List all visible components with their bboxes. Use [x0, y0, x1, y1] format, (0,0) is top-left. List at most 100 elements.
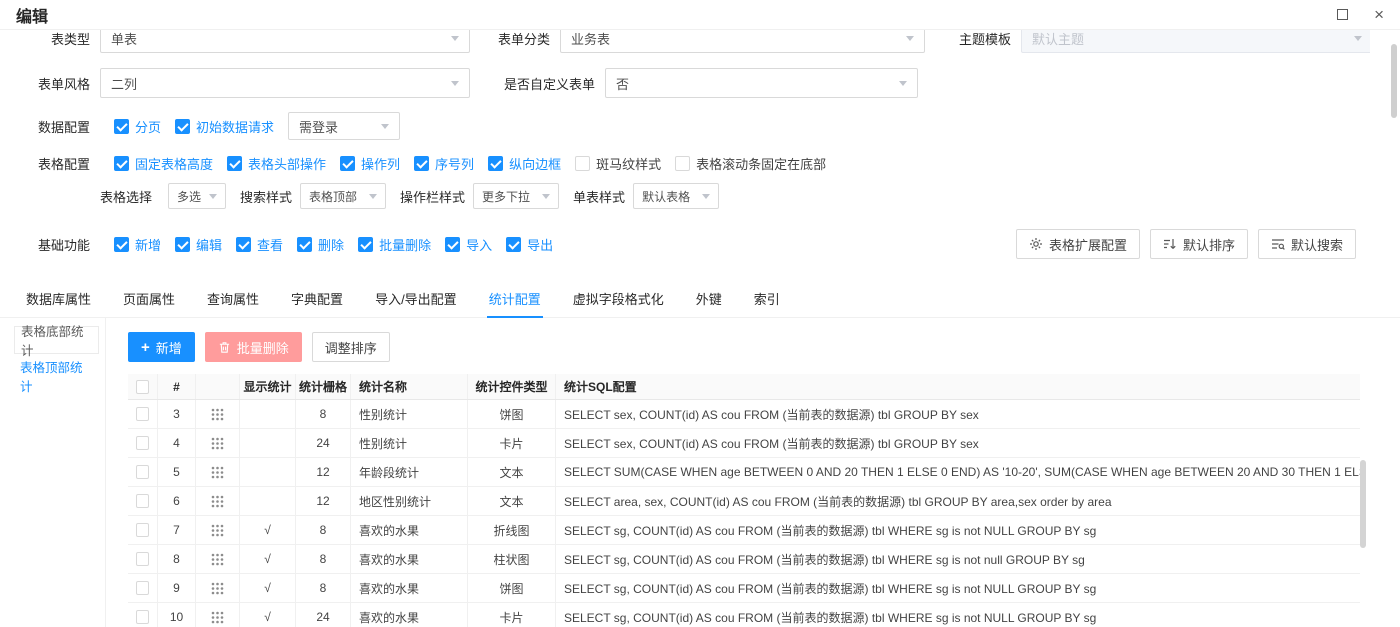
drag-handle-icon[interactable]	[211, 611, 224, 624]
add-button[interactable]: + 新增	[128, 332, 195, 362]
header-drag	[196, 374, 240, 399]
tab-stat-config[interactable]: 统计配置	[487, 279, 543, 317]
row-stat-name: 喜欢的水果	[351, 574, 468, 602]
row-checkbox[interactable]	[136, 581, 149, 595]
row-stat-grid: 8	[296, 400, 351, 428]
checkbox-icon	[488, 156, 503, 171]
row-checkbox[interactable]	[136, 552, 149, 566]
row-stat-widget-type: 文本	[468, 487, 556, 515]
row-show-stat	[240, 458, 296, 486]
checkbox-delete[interactable]: 删除	[297, 235, 344, 254]
table-select-mode-select[interactable]: 多选	[168, 183, 226, 209]
checkbox-zebra-style[interactable]: 斑马纹样式	[575, 154, 661, 173]
stat-toolbar: + 新增 批量删除 调整排序	[128, 332, 1400, 362]
row-drag-cell	[196, 545, 240, 573]
form-category-value: 业务表	[571, 30, 610, 48]
row-checkbox[interactable]	[136, 610, 149, 624]
checkbox-action-column[interactable]: 操作列	[340, 154, 400, 173]
row-checkbox[interactable]	[136, 465, 149, 479]
tab-database-properties[interactable]: 数据库属性	[24, 279, 93, 317]
row-stat-widget-type: 饼图	[468, 574, 556, 602]
single-table-style-select[interactable]: 默认表格	[633, 183, 719, 209]
header-stat-grid: 统计栅格	[296, 374, 351, 399]
form-style-select[interactable]: 二列	[100, 68, 470, 98]
chevron-down-icon	[702, 194, 710, 199]
row-index: 5	[158, 458, 196, 486]
search-style-select[interactable]: 表格顶部	[300, 183, 386, 209]
row-stat-widget-type: 卡片	[468, 429, 556, 457]
fullscreen-icon[interactable]	[1337, 9, 1348, 20]
row-stat-sql: SELECT area, sex, COUNT(id) AS cou FROM …	[556, 487, 1360, 515]
table-type-value: 单表	[111, 30, 137, 48]
select-all-checkbox[interactable]	[136, 380, 149, 394]
checkbox-paging[interactable]: 分页	[114, 117, 161, 136]
form-category-label: 表单分类	[470, 30, 560, 48]
checkbox-initial-data-request[interactable]: 初始数据请求	[175, 117, 274, 136]
row-stat-sql: SELECT sex, COUNT(id) AS cou FROM (当前表的数…	[556, 429, 1360, 457]
row-show-stat	[240, 400, 296, 428]
tab-import-export-config[interactable]: 导入/导出配置	[373, 279, 459, 317]
checkbox-vertical-border[interactable]: 纵向边框	[488, 154, 561, 173]
row-checkbox[interactable]	[136, 494, 149, 508]
checkbox-add[interactable]: 新增	[114, 235, 161, 254]
checkbox-icon	[575, 156, 590, 171]
checkbox-edit[interactable]: 编辑	[175, 235, 222, 254]
form-category-select[interactable]: 业务表	[560, 30, 925, 53]
gear-icon	[1029, 237, 1043, 251]
table-type-label: 表类型	[36, 30, 100, 48]
page-scrollbar[interactable]	[1391, 44, 1397, 118]
tab-virtual-field-format[interactable]: 虚拟字段格式化	[571, 279, 666, 317]
drag-handle-icon[interactable]	[211, 495, 224, 508]
checkbox-scrollbar-fixed-bottom[interactable]: 表格滚动条固定在底部	[675, 154, 826, 173]
checkbox-icon	[236, 237, 251, 252]
checkbox-fixed-table-height[interactable]: 固定表格高度	[114, 154, 213, 173]
checkbox-view[interactable]: 查看	[236, 235, 283, 254]
stat-side-tabs: 表格底部统计 表格顶部统计	[14, 318, 106, 627]
side-tab-table-top-stat[interactable]: 表格顶部统计	[14, 362, 99, 390]
tab-foreign-key[interactable]: 外键	[694, 279, 724, 317]
checkbox-index-column[interactable]: 序号列	[414, 154, 474, 173]
side-tab-table-bottom-stat[interactable]: 表格底部统计	[14, 326, 99, 354]
single-table-style-value: 默认表格	[642, 188, 690, 205]
row-checkbox[interactable]	[136, 436, 149, 450]
chevron-down-icon	[899, 81, 907, 86]
row-checkbox[interactable]	[136, 407, 149, 421]
checkbox-batch-delete[interactable]: 批量删除	[358, 235, 431, 254]
row-checkbox[interactable]	[136, 523, 149, 537]
stat-config-panel: 表格底部统计 表格顶部统计 + 新增 批量删除 调整排序 #	[14, 318, 1400, 627]
drag-handle-icon[interactable]	[211, 553, 224, 566]
login-required-value: 需登录	[299, 117, 338, 136]
checkbox-export[interactable]: 导出	[506, 235, 553, 254]
form-row-2: 表单风格 二列 是否自定义表单 否	[36, 68, 1370, 98]
tab-bar: 数据库属性 页面属性 查询属性 字典配置 导入/导出配置 统计配置 虚拟字段格式…	[0, 279, 1400, 318]
tab-page-properties[interactable]: 页面属性	[121, 279, 177, 317]
drag-handle-icon[interactable]	[211, 582, 224, 595]
tab-query-properties[interactable]: 查询属性	[205, 279, 261, 317]
tab-index[interactable]: 索引	[752, 279, 782, 317]
checkbox-table-header-actions[interactable]: 表格头部操作	[227, 154, 326, 173]
table-extend-config-button[interactable]: 表格扩展配置	[1016, 229, 1140, 259]
action-bar-style-select[interactable]: 更多下拉	[473, 183, 559, 209]
button-label: 表格扩展配置	[1049, 235, 1127, 254]
drag-handle-icon[interactable]	[211, 466, 224, 479]
custom-form-select[interactable]: 否	[605, 68, 918, 98]
tab-dict-config[interactable]: 字典配置	[289, 279, 345, 317]
adjust-sort-button[interactable]: 调整排序	[312, 332, 390, 362]
batch-delete-button[interactable]: 批量删除	[205, 332, 302, 362]
drag-handle-icon[interactable]	[211, 408, 224, 421]
drag-handle-icon[interactable]	[211, 437, 224, 450]
checkbox-import[interactable]: 导入	[445, 235, 492, 254]
close-icon[interactable]: ×	[1374, 6, 1384, 23]
row-show-stat: √	[240, 545, 296, 573]
login-required-select[interactable]: 需登录	[288, 112, 400, 140]
drag-handle-icon[interactable]	[211, 524, 224, 537]
default-search-button[interactable]: 默认搜索	[1258, 229, 1356, 259]
basic-functions-label: 基础功能	[36, 235, 100, 254]
row-stat-sql: SELECT sex, COUNT(id) AS cou FROM (当前表的数…	[556, 400, 1360, 428]
table-type-select[interactable]: 单表	[100, 30, 470, 53]
default-sort-button[interactable]: 默认排序	[1150, 229, 1248, 259]
checkbox-label: 批量删除	[379, 235, 431, 254]
table-select-label: 表格选择	[100, 187, 152, 206]
table-scrollbar[interactable]	[1360, 460, 1366, 548]
checkbox-label: 初始数据请求	[196, 117, 274, 136]
